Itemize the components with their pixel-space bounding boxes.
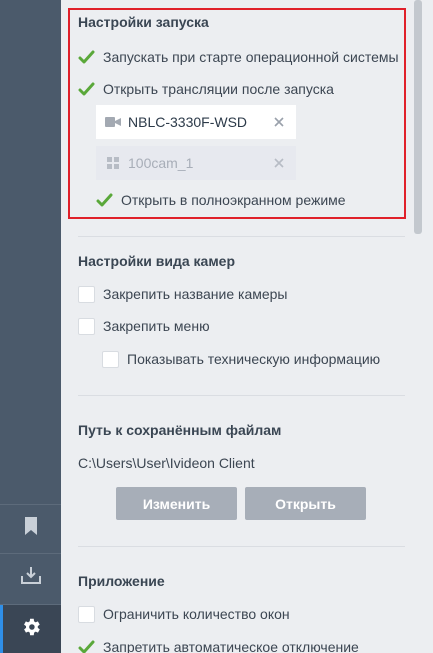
checkbox-unchecked[interactable] — [102, 350, 119, 368]
sidebar-item-downloads[interactable] — [0, 553, 61, 601]
pin-camera-name-checkbox[interactable]: Закрепить название камеры — [78, 284, 288, 304]
limit-windows-label: Ограничить количество окон — [103, 606, 290, 622]
checkbox-checked[interactable] — [78, 639, 95, 653]
gear-icon — [20, 616, 42, 643]
saved-files-path: C:\Users\User\Ivideon Client — [78, 455, 255, 471]
sidebar-item-bookmarks[interactable] — [0, 504, 61, 552]
divider — [78, 546, 405, 547]
show-tech-info-label: Показывать техническую информацию — [127, 351, 381, 367]
highlight-frame — [68, 8, 406, 219]
download-icon — [20, 565, 42, 590]
sidebar-item-settings[interactable] — [0, 604, 61, 653]
pin-camera-name-label: Закрепить название камеры — [103, 286, 288, 302]
limit-windows-checkbox[interactable]: Ограничить количество окон — [78, 604, 290, 624]
scrollbar-thumb[interactable] — [414, 0, 422, 234]
divider — [78, 395, 405, 396]
change-path-button[interactable]: Изменить — [116, 487, 237, 520]
checkbox-unchecked[interactable] — [78, 605, 95, 623]
disable-auto-off-label: Запретить автоматическое отключение — [103, 639, 359, 653]
checkbox-unchecked[interactable] — [78, 285, 95, 303]
disable-auto-off-checkbox[interactable]: Запретить автоматическое отключение — [78, 637, 359, 653]
divider — [78, 236, 405, 237]
checkbox-unchecked[interactable] — [78, 317, 95, 335]
camera-view-section-title: Настройки вида камер — [78, 253, 236, 269]
show-tech-info-checkbox[interactable]: Показывать техническую информацию — [102, 349, 380, 369]
pin-menu-checkbox[interactable]: Закрепить меню — [78, 316, 210, 336]
bookmark-icon — [23, 516, 39, 541]
saved-files-section-title: Путь к сохранённым файлам — [78, 422, 282, 438]
app-section-title: Приложение — [78, 573, 165, 589]
pin-menu-label: Закрепить меню — [103, 318, 210, 334]
open-folder-button[interactable]: Открыть — [245, 487, 366, 520]
sidebar — [0, 0, 61, 653]
